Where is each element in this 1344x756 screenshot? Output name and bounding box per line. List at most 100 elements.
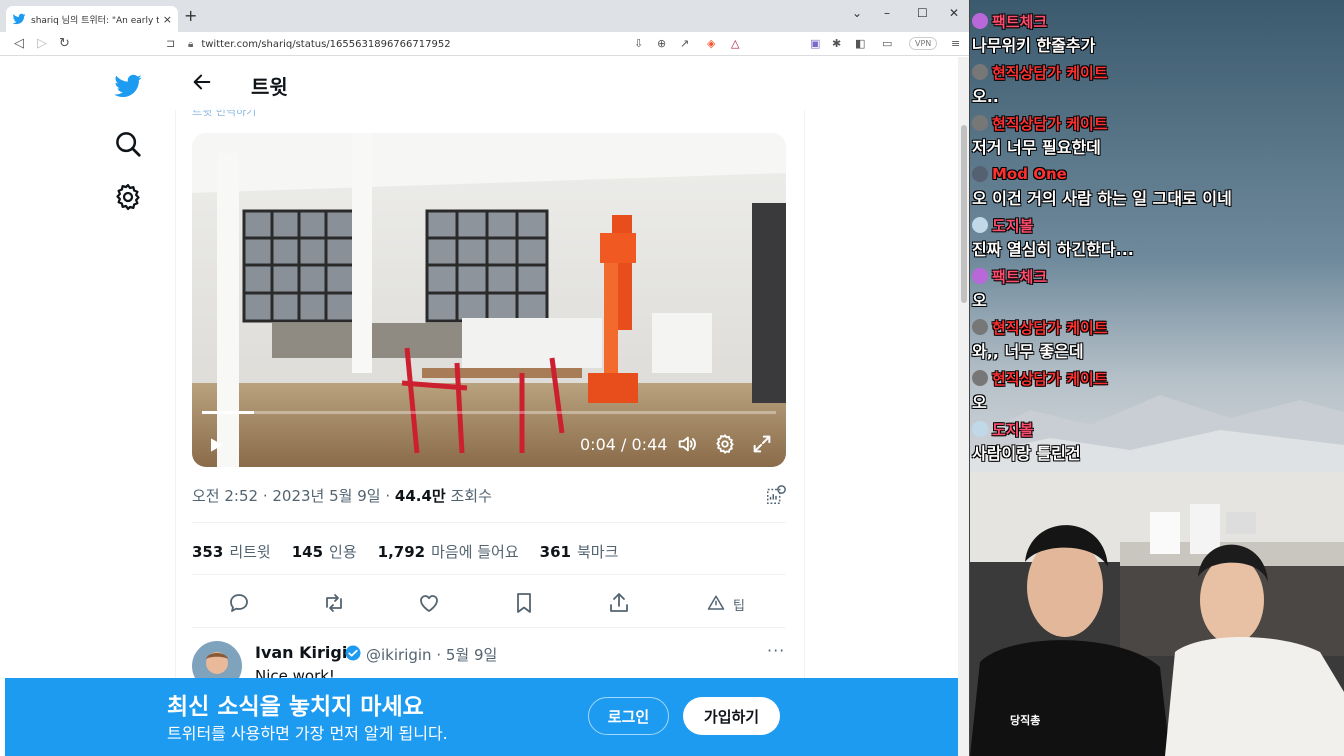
settings-gear-icon[interactable] bbox=[113, 182, 143, 212]
chat-text: 사람이랑 틀린건 bbox=[972, 444, 1081, 463]
verified-badge-icon bbox=[345, 645, 361, 661]
back-arrow-icon[interactable] bbox=[191, 71, 213, 93]
chat-avatar bbox=[972, 64, 988, 80]
new-tab-icon[interactable]: + bbox=[184, 8, 197, 24]
extension-m-icon[interactable]: ▣ bbox=[810, 37, 820, 51]
video-settings-icon[interactable] bbox=[714, 433, 736, 455]
reply-handle[interactable]: @ikirigin · 5월 9일 bbox=[366, 644, 497, 665]
more-options-icon[interactable]: ··· bbox=[767, 641, 785, 660]
scroll-thumb[interactable] bbox=[961, 125, 967, 303]
chat-user: 현직상담가 케이트 bbox=[972, 316, 1108, 338]
stat-retweets[interactable]: 353 리트윗 bbox=[192, 541, 271, 562]
chat-user: 현직상담가 케이트 bbox=[972, 112, 1108, 134]
chat-user: 팩트체크 bbox=[972, 10, 1095, 32]
share-icon[interactable]: ↗ bbox=[680, 37, 689, 51]
forward-icon[interactable]: ▷ bbox=[37, 36, 47, 52]
extensions-icon[interactable]: ✱ bbox=[832, 37, 841, 51]
wallet-icon[interactable]: ▭ bbox=[882, 37, 892, 51]
play-icon[interactable] bbox=[206, 435, 226, 455]
chat-text: 오.. bbox=[972, 87, 999, 106]
menu-icon[interactable]: ≡ bbox=[951, 37, 960, 51]
tweet-time[interactable]: 오전 2:52 bbox=[192, 487, 258, 505]
chat-username: 현직상담가 케이트 bbox=[992, 63, 1108, 82]
page-scrollbar[interactable] bbox=[958, 57, 969, 756]
chat-text: 오 bbox=[972, 393, 987, 412]
chat-username: 현직상담가 케이트 bbox=[992, 114, 1108, 133]
tip-label[interactable]: 팁 bbox=[733, 595, 745, 614]
browser-tab[interactable]: shariq 님의 트위터: "An early tim × bbox=[6, 6, 178, 32]
webcam-feed: 당직총 bbox=[970, 472, 1344, 756]
chat-message: 현직상담가 케이트와,, 너무 좋은데 bbox=[972, 316, 1108, 362]
video-progress-fill bbox=[202, 411, 254, 414]
view-count: 44.4만 bbox=[394, 487, 446, 505]
view-label: 조회수 bbox=[450, 487, 492, 505]
chat-user: Mod One bbox=[972, 163, 1232, 185]
chat-message: 현직상담가 케이트저거 너무 필요한데 bbox=[972, 112, 1108, 158]
chat-username: 현직상담가 케이트 bbox=[992, 369, 1108, 388]
chat-user: 팩트체크 bbox=[972, 265, 1047, 287]
zoom-icon[interactable]: ⊕ bbox=[657, 37, 666, 51]
close-window-icon[interactable]: ✕ bbox=[949, 6, 959, 20]
chat-user: 도지볼 bbox=[972, 418, 1081, 440]
analytics-icon[interactable] bbox=[765, 484, 787, 506]
chat-avatar bbox=[972, 421, 988, 437]
meta-separator: · bbox=[258, 487, 273, 505]
chat-message: 현직상담가 케이트오.. bbox=[972, 61, 1108, 107]
twitter-logo-icon[interactable] bbox=[113, 71, 143, 101]
stat-quotes[interactable]: 145 인용 bbox=[292, 541, 357, 562]
tweet-date[interactable]: 2023년 5월 9일 bbox=[272, 487, 380, 505]
chat-avatar bbox=[972, 115, 988, 131]
chat-message: 도지볼진짜 열심히 하긴한다... bbox=[972, 214, 1134, 260]
install-icon[interactable]: ⇩ bbox=[634, 37, 643, 51]
chat-user: 현직상담가 케이트 bbox=[972, 61, 1108, 83]
tab-close-icon[interactable]: × bbox=[163, 13, 172, 26]
sidebar-icon[interactable]: ◧ bbox=[855, 37, 865, 51]
tab-title: shariq 님의 트위터: "An early tim bbox=[31, 15, 159, 26]
retweet-icon[interactable] bbox=[322, 591, 346, 615]
twitter-favicon-icon bbox=[12, 13, 26, 25]
chat-message: 팩트체크나무위키 한줄추가 bbox=[972, 10, 1095, 56]
login-button[interactable]: 로그인 bbox=[588, 697, 669, 735]
chat-user: 도지볼 bbox=[972, 214, 1134, 236]
search-icon[interactable] bbox=[113, 129, 143, 159]
stat-bookmarks[interactable]: 361 북마크 bbox=[540, 541, 619, 562]
brave-rewards-icon[interactable]: △ bbox=[731, 37, 739, 51]
chat-avatar bbox=[972, 13, 988, 29]
vpn-button[interactable]: VPN bbox=[909, 37, 938, 50]
share-tweet-icon[interactable] bbox=[607, 591, 631, 615]
tweet-video[interactable]: 0:04 / 0:44 bbox=[192, 133, 786, 467]
bookmark-tweet-icon[interactable] bbox=[512, 591, 536, 615]
divider bbox=[192, 522, 786, 523]
shirt-logo-text: 당직총 bbox=[1010, 714, 1041, 727]
url-text: twitter.com/shariq/status/16556318967667… bbox=[201, 38, 451, 50]
like-heart-icon[interactable] bbox=[417, 591, 441, 615]
maximize-icon[interactable]: ☐ bbox=[917, 6, 928, 20]
page-title: 트윗 bbox=[251, 75, 288, 99]
brave-shield-icon[interactable]: ◈ bbox=[707, 37, 715, 51]
meta-separator: · bbox=[380, 487, 395, 505]
bookmark-icon[interactable]: ⊐ bbox=[166, 36, 175, 52]
chat-username: 현직상담가 케이트 bbox=[992, 318, 1108, 337]
chat-text: 오 bbox=[972, 291, 987, 310]
lock-icon: 🔒︎ bbox=[188, 38, 194, 50]
reply-icon[interactable] bbox=[227, 591, 251, 615]
reload-icon[interactable]: ↻ bbox=[59, 36, 70, 52]
chat-text: 진짜 열심히 하긴한다... bbox=[972, 240, 1134, 259]
tab-search-icon[interactable]: ⌄ bbox=[852, 6, 862, 20]
volume-icon[interactable] bbox=[676, 433, 698, 455]
back-icon[interactable]: ◁ bbox=[14, 36, 24, 52]
address-bar[interactable]: 🔒︎ twitter.com/shariq/status/16556318967… bbox=[188, 34, 608, 54]
chat-text: 저거 너무 필요한데 bbox=[972, 138, 1101, 157]
minimize-icon[interactable]: – bbox=[884, 6, 890, 20]
chat-text: 와,, 너무 좋은데 bbox=[972, 342, 1084, 361]
fullscreen-icon[interactable] bbox=[751, 433, 773, 455]
stat-likes[interactable]: 1,792 마음에 들어요 bbox=[378, 541, 519, 562]
signup-button[interactable]: 가입하기 bbox=[683, 697, 780, 735]
chat-text: 나무위키 한줄추가 bbox=[972, 36, 1096, 55]
video-time: 0:04 / 0:44 bbox=[580, 435, 668, 454]
chat-message: 팩트체크오 bbox=[972, 265, 1047, 311]
browser-toolbar: ◁ ▷ ↻ ⊐ 🔒︎ twitter.com/shariq/status/165… bbox=[0, 32, 969, 56]
tip-icon[interactable] bbox=[707, 594, 725, 612]
video-progress-bar[interactable] bbox=[202, 411, 776, 414]
chat-username: 도지볼 bbox=[992, 420, 1034, 439]
